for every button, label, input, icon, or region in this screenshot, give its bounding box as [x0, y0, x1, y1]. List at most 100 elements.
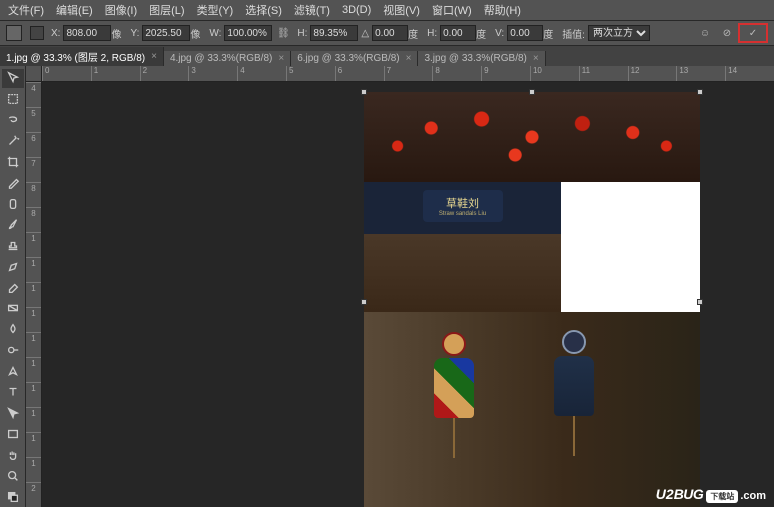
- tool-heal[interactable]: [2, 194, 24, 213]
- workspace: 0 1 2 3 4 5 6 7 8 9 10 11 12 13 14 4 5 6…: [0, 66, 774, 507]
- document-tabs: 1.jpg @ 33.3% (图层 2, RGB/8)× 4.jpg @ 33.…: [0, 46, 774, 66]
- tab-3[interactable]: 3.jpg @ 33.3%(RGB/8) ×: [418, 51, 545, 66]
- ruler-v-tick: 5: [26, 107, 41, 132]
- cancel-transform-icon[interactable]: ⊘: [719, 25, 735, 41]
- tool-type[interactable]: [2, 383, 24, 402]
- tool-stamp[interactable]: [2, 236, 24, 255]
- tab-2[interactable]: 6.jpg @ 33.3%(RGB/8)×: [291, 51, 418, 66]
- interp-label: 插值:: [562, 26, 585, 41]
- ruler-h-tick: 12: [628, 66, 677, 81]
- shop-sign: 草鞋刘 Straw sandals Liu: [423, 190, 503, 222]
- image-lanterns: [364, 92, 700, 182]
- tool-move[interactable]: [2, 69, 24, 88]
- watermark-mid: BUG: [674, 486, 704, 502]
- h-input[interactable]: [310, 25, 358, 41]
- watermark-suffix: .com: [740, 490, 766, 502]
- menu-bar: 文件(F) 编辑(E) 图像(I) 图层(L) 类型(Y) 选择(S) 滤镜(T…: [0, 0, 774, 20]
- current-tool-icon[interactable]: [6, 25, 22, 41]
- transform-handle-mr[interactable]: [697, 299, 703, 305]
- tool-marquee[interactable]: [2, 90, 24, 109]
- transform-handle-ml[interactable]: [361, 299, 367, 305]
- ruler-h-tick: 9: [481, 66, 530, 81]
- angle-input[interactable]: [372, 25, 408, 41]
- ruler-horizontal: 0 1 2 3 4 5 6 7 8 9 10 11 12 13 14: [42, 66, 774, 82]
- reference-point-icon[interactable]: [30, 26, 44, 40]
- menu-file[interactable]: 文件(F): [8, 2, 44, 18]
- transform-handle-tm[interactable]: [529, 89, 535, 95]
- puppet-2: [544, 330, 604, 460]
- x-input[interactable]: [63, 25, 111, 41]
- tool-colors[interactable]: [2, 487, 24, 506]
- transform-handle-tl[interactable]: [361, 89, 367, 95]
- y-input[interactable]: [142, 25, 190, 41]
- options-bar: X: 像 Y: 像 W: ⛓ H: △ 度 H: 度 V: 度 插值: 两次立方…: [0, 20, 774, 46]
- tool-path[interactable]: [2, 404, 24, 423]
- vskew-input[interactable]: [507, 25, 543, 41]
- tab-3-close-icon[interactable]: ×: [533, 53, 539, 64]
- menu-edit[interactable]: 编辑(E): [56, 2, 93, 18]
- ruler-corner: [26, 66, 42, 82]
- ruler-h-tick: 8: [432, 66, 481, 81]
- ruler-h-tick: 1: [91, 66, 140, 81]
- tab-0[interactable]: 1.jpg @ 33.3% (图层 2, RGB/8)×: [0, 47, 164, 66]
- tool-rect[interactable]: [2, 424, 24, 443]
- ruler-h-tick: 7: [384, 66, 433, 81]
- ruler-h-tick: 3: [188, 66, 237, 81]
- ruler-h-tick: 14: [725, 66, 774, 81]
- menu-layer[interactable]: 图层(L): [149, 2, 184, 18]
- tab-2-close-icon[interactable]: ×: [406, 53, 412, 64]
- hskew-input[interactable]: [440, 25, 476, 41]
- tab-0-close-icon[interactable]: ×: [151, 51, 157, 62]
- ruler-v-tick: 1: [26, 457, 41, 482]
- image-shop: 草鞋刘 Straw sandals Liu: [364, 182, 561, 312]
- menu-3d[interactable]: 3D(D): [342, 4, 371, 16]
- menu-type[interactable]: 类型(Y): [197, 2, 234, 18]
- w-input[interactable]: [224, 25, 272, 41]
- vskew-label: V:: [495, 28, 504, 39]
- ruler-v-tick: 4: [26, 82, 41, 107]
- vskew-unit: 度: [543, 26, 553, 41]
- tool-lasso[interactable]: [2, 111, 24, 130]
- tool-hand[interactable]: [2, 445, 24, 464]
- menu-image[interactable]: 图像(I): [105, 2, 137, 18]
- tool-history[interactable]: [2, 257, 24, 276]
- menu-window[interactable]: 窗口(W): [432, 2, 472, 18]
- transform-handle-tr[interactable]: [697, 89, 703, 95]
- angle-unit: 度: [408, 26, 418, 41]
- menu-select[interactable]: 选择(S): [245, 2, 282, 18]
- warp-icon[interactable]: ☺: [697, 25, 713, 41]
- tools-panel: [0, 66, 26, 507]
- tab-3-label: 3.jpg @ 33.3%(RGB/8): [424, 53, 526, 64]
- tab-1-close-icon[interactable]: ×: [278, 53, 284, 64]
- watermark: U2 BUG 下载站 .com: [656, 486, 766, 503]
- tool-pen[interactable]: [2, 362, 24, 381]
- ruler-v-tick: 6: [26, 132, 41, 157]
- y-label: Y:: [130, 28, 139, 39]
- tool-blur[interactable]: [2, 320, 24, 339]
- y-unit: 像: [190, 26, 200, 41]
- link-icon[interactable]: ⛓: [275, 25, 291, 41]
- ruler-v-tick: 7: [26, 157, 41, 182]
- tool-gradient[interactable]: [2, 299, 24, 318]
- ruler-v-tick: 1: [26, 407, 41, 432]
- tool-brush[interactable]: [2, 215, 24, 234]
- tool-eraser[interactable]: [2, 278, 24, 297]
- interp-select[interactable]: 两次立方: [588, 25, 650, 41]
- commit-transform-icon[interactable]: ✓: [745, 25, 761, 41]
- canvas-area[interactable]: 0 1 2 3 4 5 6 7 8 9 10 11 12 13 14 4 5 6…: [26, 66, 774, 507]
- tool-wand[interactable]: [2, 132, 24, 151]
- tool-zoom[interactable]: [2, 466, 24, 485]
- tab-1[interactable]: 4.jpg @ 33.3%(RGB/8)×: [164, 51, 291, 66]
- document-background: 草鞋刘 Straw sandals Liu: [42, 82, 774, 507]
- menu-filter[interactable]: 滤镜(T): [294, 2, 330, 18]
- hskew-label: H:: [427, 28, 437, 39]
- ruler-v-tick: 2: [26, 482, 41, 507]
- tool-crop[interactable]: [2, 153, 24, 172]
- menu-view[interactable]: 视图(V): [383, 2, 420, 18]
- ruler-h-tick: 10: [530, 66, 579, 81]
- tool-eyedropper[interactable]: [2, 174, 24, 193]
- tool-dodge[interactable]: [2, 341, 24, 360]
- menu-help[interactable]: 帮助(H): [484, 2, 521, 18]
- transform-selection[interactable]: 草鞋刘 Straw sandals Liu: [364, 92, 700, 507]
- commit-highlight: ✓: [738, 23, 768, 43]
